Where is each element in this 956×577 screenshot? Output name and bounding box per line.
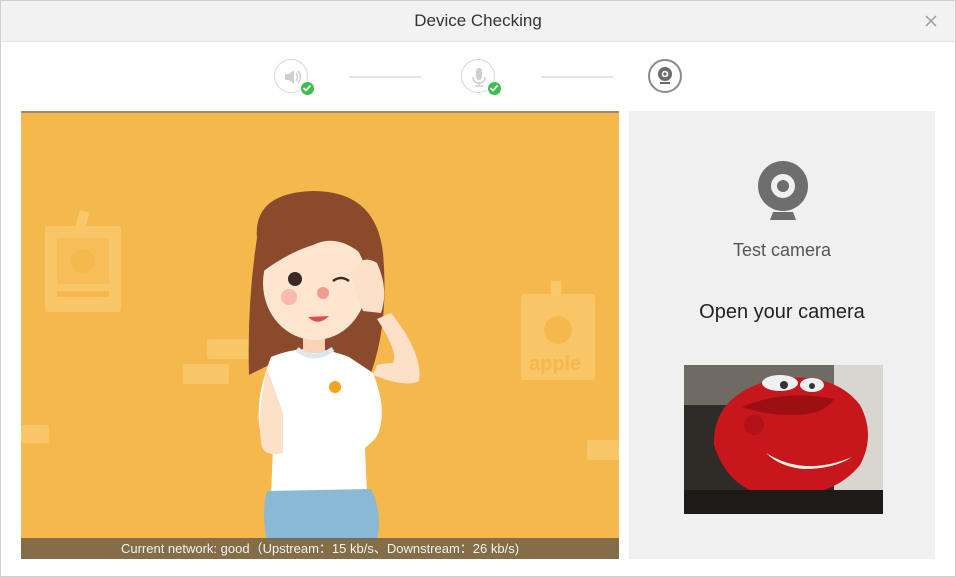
test-camera-label: Test camera	[732, 240, 832, 260]
apple-decor-text: apple	[529, 353, 581, 375]
check-icon	[302, 84, 312, 92]
step-speaker[interactable]	[274, 59, 315, 96]
device-check-stepper	[1, 43, 955, 109]
close-button[interactable]	[921, 11, 941, 31]
camera-preview: apple Current network: good（Upstream：15 …	[21, 111, 619, 559]
device-checking-dialog: Device Checking apple Current network: g…	[0, 0, 956, 577]
camera-feed-thumbnail	[684, 365, 883, 514]
title-bar: Device Checking	[1, 1, 955, 42]
webcam-icon	[758, 161, 808, 220]
open-camera-label: Open your camera	[699, 301, 865, 323]
camera-icon	[658, 67, 672, 84]
camera-feed-image	[684, 365, 883, 514]
step-checked-badge	[487, 81, 502, 96]
preview-illustration: apple	[21, 191, 619, 540]
step-checked-badge	[300, 81, 315, 96]
step-camera[interactable]	[648, 59, 682, 93]
network-status-bar: Current network: good（Upstream：15 kb/s、D…	[21, 538, 619, 559]
close-icon	[925, 15, 937, 27]
stepper-connector	[541, 76, 613, 78]
check-icon	[489, 84, 499, 92]
dialog-title: Device Checking	[414, 11, 542, 30]
camera-test-panel: Test camera Open your camera	[629, 111, 935, 559]
step-microphone[interactable]	[461, 59, 502, 96]
stepper-connector	[349, 76, 421, 78]
